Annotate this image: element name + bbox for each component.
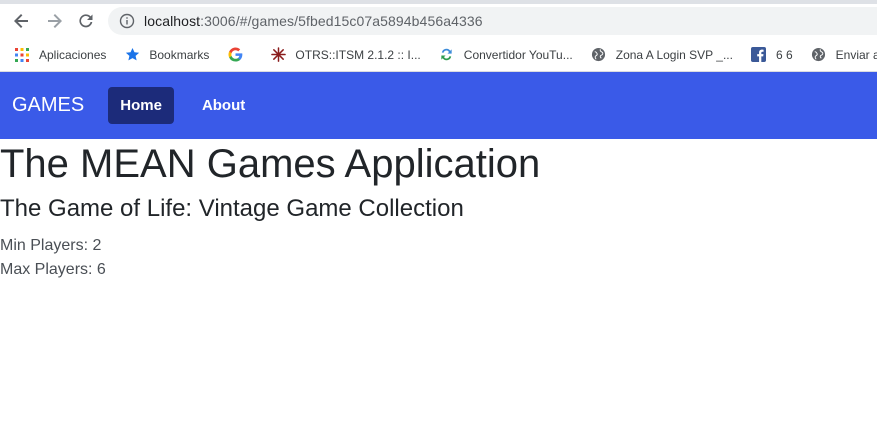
bookmark-label: 6 6: [775, 47, 793, 62]
browser-toolbar: localhost:3006/#/games/5fbed15c07a5894b4…: [0, 4, 877, 38]
bookmark-zona-a[interactable]: Zona A Login SVP _...: [591, 47, 733, 63]
bookmark-mendeley[interactable]: Enviar al Mendeley: [811, 47, 877, 63]
back-button[interactable]: [6, 5, 38, 37]
nav-link-home[interactable]: Home: [108, 87, 174, 124]
bookmark-label: OTRS::ITSM 2.1.2 :: I...: [295, 47, 421, 62]
main-content: The MEAN Games Application The Game of L…: [0, 140, 540, 282]
nav-link-about[interactable]: About: [190, 87, 257, 124]
bookmark-facebook[interactable]: 6 6: [751, 47, 793, 63]
max-players: Max Players: 6: [0, 261, 106, 278]
otrs-icon: [270, 47, 286, 63]
globe-icon: [811, 47, 827, 63]
app-navbar: GAMES Home About: [0, 72, 877, 139]
bookmark-label: Aplicaciones: [39, 47, 107, 62]
bookmark-label: Bookmarks: [149, 47, 210, 62]
bookmark-google[interactable]: [227, 47, 252, 63]
bookmark-otrs[interactable]: OTRS::ITSM 2.1.2 :: I...: [270, 47, 421, 63]
bookmark-convertidor[interactable]: Convertidor YouTu...: [439, 47, 573, 63]
bookmark-bookmarks[interactable]: Bookmarks: [124, 47, 209, 63]
reload-icon: [79, 14, 93, 28]
forward-arrow-icon: [48, 14, 62, 28]
forward-button[interactable]: [38, 5, 70, 37]
bookmark-label: Convertidor YouTu...: [463, 47, 573, 62]
convert-icon: [439, 47, 455, 63]
game-title: The Game of Life: Vintage Game Collectio…: [0, 195, 464, 222]
bookmark-aplicaciones[interactable]: Aplicaciones: [14, 47, 106, 63]
star-icon: [124, 47, 140, 63]
reload-button[interactable]: [70, 5, 102, 37]
bookmark-label: Zona A Login SVP _...: [615, 47, 733, 62]
page-title: The MEAN Games Application: [0, 142, 541, 186]
address-bar[interactable]: localhost:3006/#/games/5fbed15c07a5894b4…: [108, 7, 877, 35]
url-path: :3006/#/games/5fbed15c07a5894b456a4336: [200, 13, 483, 29]
facebook-icon: [751, 47, 767, 63]
bookmarks-bar: Aplicaciones Bookmarks OTRS::ITSM 2.1.2 …: [0, 38, 877, 72]
url-host: localhost: [144, 13, 201, 29]
back-arrow-icon: [14, 14, 28, 28]
min-players: Min Players: 2: [0, 237, 102, 254]
apps-grid-icon: [14, 47, 30, 63]
google-icon: [227, 47, 243, 63]
bookmark-label: Enviar al Mendeley: [835, 47, 877, 62]
site-info-icon[interactable]: [118, 12, 136, 30]
navbar-brand[interactable]: GAMES: [12, 94, 84, 117]
globe-icon: [591, 47, 607, 63]
url-text: localhost:3006/#/games/5fbed15c07a5894b4…: [144, 13, 483, 29]
